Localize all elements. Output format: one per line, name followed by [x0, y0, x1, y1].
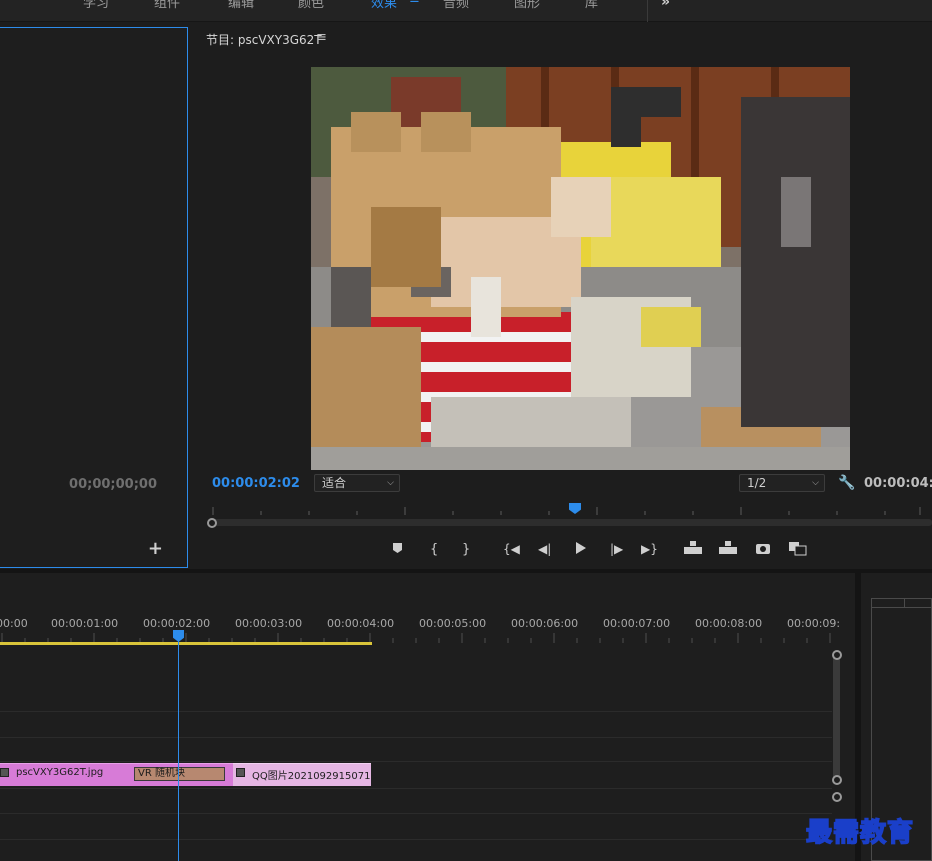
zoom-scrollbar[interactable]	[212, 519, 932, 526]
mark-out-icon[interactable]: }	[462, 542, 470, 557]
extract-icon[interactable]	[719, 541, 737, 554]
more-workspaces-icon[interactable]: »	[661, 0, 670, 10]
ruler-label: 00:00:01:00	[51, 617, 119, 630]
svg-text:▶}: ▶}	[641, 542, 658, 556]
fx-badge-icon	[236, 768, 245, 777]
track-divider	[0, 761, 832, 762]
watermark-logo: 最需教育	[805, 817, 915, 849]
timeline-panel[interactable]: 00:00 00:00:01:00 00:00:02:00 00:00:03:0…	[0, 573, 855, 861]
fit-zoom-select[interactable]: 适合 ⌵	[314, 474, 400, 492]
mark-in-icon[interactable]: {	[430, 542, 438, 557]
clip-name: QQ图片20210929150719.	[252, 771, 380, 782]
panel-menu-icon[interactable]: ≡	[316, 30, 327, 45]
transition-effect[interactable]: VR 随机块	[134, 767, 225, 781]
step-back-icon[interactable]: ◀|	[538, 542, 551, 556]
play-icon[interactable]	[576, 542, 586, 554]
ruler-label: 00:00:07:00	[603, 617, 671, 630]
program-monitor-title[interactable]: 节目: pscVXY3G62T	[206, 31, 322, 48]
track-scrollbar[interactable]	[833, 655, 840, 781]
export-frame-icon[interactable]	[756, 544, 770, 554]
timeline-playhead-line[interactable]	[178, 639, 179, 861]
comparison-view-icon[interactable]	[789, 542, 807, 556]
step-forward-icon[interactable]: |▶	[610, 542, 624, 556]
svg-text:{: {	[430, 542, 438, 557]
ruler-label: 00:00:02:00	[143, 617, 211, 630]
go-to-out-icon[interactable]: ▶}	[641, 542, 658, 556]
work-area-bar[interactable]	[0, 642, 372, 645]
svg-text:◀|: ◀|	[538, 542, 551, 556]
ruler-label: 00:00:04:00	[327, 617, 395, 630]
track-scrollbar-handle-top[interactable]	[832, 650, 842, 660]
ruler-label: 00:00:03:00	[235, 617, 303, 630]
workspace-tab-audio[interactable]: 音频	[443, 0, 469, 11]
clip-name: pscVXY3G62T.jpg	[16, 767, 104, 778]
current-timecode[interactable]: 00:00:02:02	[212, 476, 300, 491]
meter-header	[872, 599, 932, 608]
ruler-label: 00:00:09:	[787, 617, 841, 630]
track-divider	[0, 788, 832, 789]
workspace-tab-learn[interactable]: 学习	[83, 0, 109, 11]
duration-timecode: 00:00:04:0	[864, 476, 932, 491]
track-scrollbar-handle-bottom[interactable]	[832, 775, 842, 785]
workspace-tab-libraries[interactable]: 库	[585, 0, 598, 11]
ruler-label: 00:00:05:00	[419, 617, 487, 630]
divider	[904, 599, 905, 608]
workspace-tab-graphics[interactable]: 图形	[514, 0, 540, 11]
track-divider	[0, 813, 832, 814]
fit-zoom-value: 适合	[322, 476, 347, 490]
workspace-menu-icon[interactable]: ≡	[409, 0, 420, 7]
svg-text:{◀: {◀	[503, 542, 521, 556]
ruler-label: 00:00:08:00	[695, 617, 763, 630]
track-divider	[0, 737, 832, 738]
add-icon[interactable]: +	[148, 538, 163, 559]
track-divider	[0, 839, 832, 840]
video-frame-image	[311, 67, 850, 470]
resolution-value: 1/2	[747, 476, 767, 490]
divider	[647, 0, 648, 22]
source-panel[interactable]: 00;00;00;00 +	[0, 27, 188, 568]
workspace-tab-effects[interactable]: 效果	[371, 0, 397, 11]
svg-text:|▶: |▶	[610, 542, 624, 556]
track-divider	[0, 711, 832, 712]
transport-controls: { } {◀ ◀| |▶ ▶}	[393, 541, 807, 557]
workspace-tab-assembly[interactable]: 组件	[154, 0, 180, 11]
chevron-down-icon: ⌵	[812, 478, 819, 488]
program-video-frame	[311, 67, 850, 470]
chevron-down-icon: ⌵	[387, 478, 394, 488]
timeline-clip[interactable]: QQ图片20210929150719.	[233, 763, 380, 786]
workspace-tab-editing[interactable]: 编辑	[228, 0, 254, 11]
ruler-label: 00:00	[0, 617, 28, 630]
source-timecode[interactable]: 00;00;00;00	[69, 477, 157, 492]
workspace-tab-color[interactable]: 颜色	[298, 0, 324, 11]
go-to-in-icon[interactable]: {◀	[503, 542, 521, 556]
zoom-scrollbar-handle[interactable]	[207, 518, 217, 528]
marker-icon[interactable]	[393, 543, 402, 553]
wrench-settings-icon[interactable]: 🔧	[838, 475, 855, 491]
svg-text:}: }	[462, 542, 470, 557]
ruler-label: 00:00:06:00	[511, 617, 579, 630]
lift-icon[interactable]	[684, 541, 702, 554]
playback-resolution-select[interactable]: 1/2 ⌵	[739, 474, 825, 492]
fx-badge-icon	[0, 768, 9, 777]
track-scrollbar-handle[interactable]	[832, 792, 842, 802]
workspace-bar: 学习 组件 编辑 颜色 效果 ≡ 音频 图形 库 »	[0, 0, 932, 22]
